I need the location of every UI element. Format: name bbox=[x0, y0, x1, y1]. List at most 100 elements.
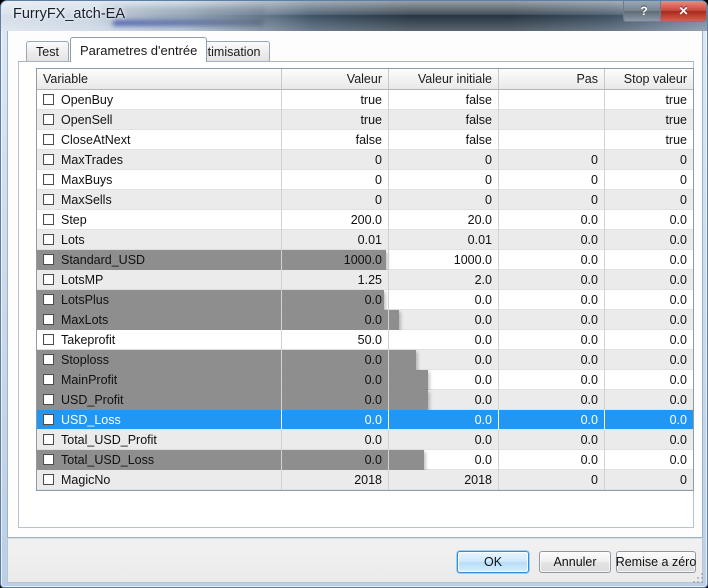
cell-valeur[interactable]: 0.0 bbox=[282, 290, 389, 310]
cell-pas[interactable]: 0.0 bbox=[499, 350, 605, 370]
cell-stop_valeur[interactable]: 0.0 bbox=[605, 410, 693, 430]
table-row[interactable]: MaxTrades0000 bbox=[37, 150, 693, 170]
cell-stop_valeur[interactable]: 0.0 bbox=[605, 290, 693, 310]
cell-pas[interactable]: 0.0 bbox=[499, 370, 605, 390]
table-row[interactable]: MaxLots0.00.00.00.0 bbox=[37, 310, 693, 330]
cell-variable[interactable]: Standard_USD bbox=[37, 250, 282, 270]
cell-variable[interactable]: MaxBuys bbox=[37, 170, 282, 190]
cell-stop_valeur[interactable]: 0.0 bbox=[605, 330, 693, 350]
cell-pas[interactable]: 0.0 bbox=[499, 270, 605, 290]
cell-valeur_initiale[interactable]: 2.0 bbox=[389, 270, 499, 290]
cell-valeur[interactable]: 0.0 bbox=[282, 450, 389, 470]
cell-stop_valeur[interactable]: 0.0 bbox=[605, 310, 693, 330]
cell-valeur_initiale[interactable]: 0.0 bbox=[389, 450, 499, 470]
cell-pas[interactable]: 0 bbox=[499, 150, 605, 170]
cell-stop_valeur[interactable]: 0.0 bbox=[605, 370, 693, 390]
table-row[interactable]: MaxBuys0000 bbox=[37, 170, 693, 190]
cell-valeur[interactable]: 0.0 bbox=[282, 390, 389, 410]
cell-variable[interactable]: OpenSell bbox=[37, 110, 282, 130]
cell-valeur_initiale[interactable]: 0.0 bbox=[389, 430, 499, 450]
cell-variable[interactable]: Stoploss bbox=[37, 350, 282, 370]
reset-button[interactable]: Remise a zéro bbox=[616, 551, 696, 573]
cell-pas[interactable]: 0.0 bbox=[499, 310, 605, 330]
cell-valeur_initiale[interactable]: 0 bbox=[389, 150, 499, 170]
cell-variable[interactable]: MaxLots bbox=[37, 310, 282, 330]
cell-valeur_initiale[interactable]: 0.0 bbox=[389, 290, 499, 310]
cell-valeur[interactable]: 2018 bbox=[282, 470, 389, 490]
cell-stop_valeur[interactable]: 0.0 bbox=[605, 350, 693, 370]
cell-valeur[interactable]: 0.0 bbox=[282, 370, 389, 390]
cell-valeur_initiale[interactable]: 0.0 bbox=[389, 390, 499, 410]
cell-valeur[interactable]: 0.01 bbox=[282, 230, 389, 250]
cell-valeur[interactable]: 200.0 bbox=[282, 210, 389, 230]
cell-valeur[interactable]: 0 bbox=[282, 170, 389, 190]
cell-valeur[interactable]: true bbox=[282, 110, 389, 130]
table-row[interactable]: MaxSells0000 bbox=[37, 190, 693, 210]
cell-valeur[interactable]: 1.25 bbox=[282, 270, 389, 290]
cell-pas[interactable] bbox=[499, 110, 605, 130]
cell-stop_valeur[interactable]: true bbox=[605, 130, 693, 150]
cell-variable[interactable]: Lots bbox=[37, 230, 282, 250]
cell-pas[interactable]: 0.0 bbox=[499, 250, 605, 270]
cell-variable[interactable]: Step bbox=[37, 210, 282, 230]
cell-valeur_initiale[interactable]: 0.0 bbox=[389, 370, 499, 390]
cell-variable[interactable]: USD_Profit bbox=[37, 390, 282, 410]
cell-stop_valeur[interactable]: 0.0 bbox=[605, 250, 693, 270]
cell-stop_valeur[interactable]: 0 bbox=[605, 150, 693, 170]
cell-valeur_initiale[interactable]: false bbox=[389, 130, 499, 150]
cell-valeur[interactable]: 0.0 bbox=[282, 310, 389, 330]
title-bar[interactable]: FurryFX_atch-EA ? ✕ bbox=[1, 1, 708, 31]
column-header-2[interactable]: Valeur initiale bbox=[389, 69, 499, 89]
close-button[interactable]: ✕ bbox=[660, 1, 707, 22]
column-header-4[interactable]: Stop valeur bbox=[605, 69, 693, 89]
cell-valeur[interactable]: false bbox=[282, 130, 389, 150]
cell-valeur_initiale[interactable]: 0.0 bbox=[389, 350, 499, 370]
cell-valeur[interactable]: 0 bbox=[282, 190, 389, 210]
table-row[interactable]: OpenBuytruefalsetrue bbox=[37, 90, 693, 110]
table-row[interactable]: Total_USD_Profit0.00.00.00.0 bbox=[37, 430, 693, 450]
cell-stop_valeur[interactable]: 0 bbox=[605, 170, 693, 190]
cell-pas[interactable]: 0 bbox=[499, 170, 605, 190]
cell-pas[interactable] bbox=[499, 90, 605, 110]
tab-parametres-d-entr-e[interactable]: Parametres d'entrée bbox=[70, 37, 207, 62]
cell-pas[interactable]: 0 bbox=[499, 190, 605, 210]
cell-stop_valeur[interactable]: 0.0 bbox=[605, 230, 693, 250]
cell-pas[interactable]: 0.0 bbox=[499, 230, 605, 250]
column-header-3[interactable]: Pas bbox=[499, 69, 605, 89]
table-row[interactable]: MagicNo2018201800 bbox=[37, 470, 693, 490]
cell-variable[interactable]: MagicNo bbox=[37, 470, 282, 490]
tab-test[interactable]: Test bbox=[26, 41, 69, 62]
table-row[interactable]: LotsMP1.252.00.00.0 bbox=[37, 270, 693, 290]
cell-pas[interactable] bbox=[499, 130, 605, 150]
cell-pas[interactable]: 0.0 bbox=[499, 390, 605, 410]
cell-valeur[interactable]: 1000.0 bbox=[282, 250, 389, 270]
cell-valeur[interactable]: 0.0 bbox=[282, 430, 389, 450]
cell-variable[interactable]: Takeprofit bbox=[37, 330, 282, 350]
cell-stop_valeur[interactable]: 0.0 bbox=[605, 430, 693, 450]
cell-pas[interactable]: 0 bbox=[499, 470, 605, 490]
cell-variable[interactable]: MainProfit bbox=[37, 370, 282, 390]
cell-valeur[interactable]: 0.0 bbox=[282, 410, 389, 430]
cell-pas[interactable]: 0.0 bbox=[499, 330, 605, 350]
cell-valeur_initiale[interactable]: 0 bbox=[389, 190, 499, 210]
parameters-grid[interactable]: VariableValeurValeur initialePasStop val… bbox=[36, 68, 694, 491]
cell-valeur_initiale[interactable]: false bbox=[389, 110, 499, 130]
table-row[interactable]: USD_Loss0.00.00.00.0 bbox=[37, 410, 693, 430]
cell-variable[interactable]: MaxSells bbox=[37, 190, 282, 210]
table-row[interactable]: OpenSelltruefalsetrue bbox=[37, 110, 693, 130]
cell-variable[interactable]: Total_USD_Profit bbox=[37, 430, 282, 450]
cell-pas[interactable]: 0.0 bbox=[499, 290, 605, 310]
cell-variable[interactable]: CloseAtNext bbox=[37, 130, 282, 150]
ok-button[interactable]: OK bbox=[457, 551, 529, 573]
cancel-button[interactable]: Annuler bbox=[539, 551, 611, 573]
cell-stop_valeur[interactable]: true bbox=[605, 90, 693, 110]
table-row[interactable]: Total_USD_Loss0.00.00.00.0 bbox=[37, 450, 693, 470]
cell-stop_valeur[interactable]: 0.0 bbox=[605, 450, 693, 470]
table-row[interactable]: Takeprofit50.00.00.00.0 bbox=[37, 330, 693, 350]
column-header-1[interactable]: Valeur bbox=[282, 69, 389, 89]
cell-stop_valeur[interactable]: 0 bbox=[605, 470, 693, 490]
table-row[interactable]: Step200.020.00.00.0 bbox=[37, 210, 693, 230]
cell-valeur_initiale[interactable]: 0.0 bbox=[389, 410, 499, 430]
table-row[interactable]: MainProfit0.00.00.00.0 bbox=[37, 370, 693, 390]
table-row[interactable]: Stoploss0.00.00.00.0 bbox=[37, 350, 693, 370]
